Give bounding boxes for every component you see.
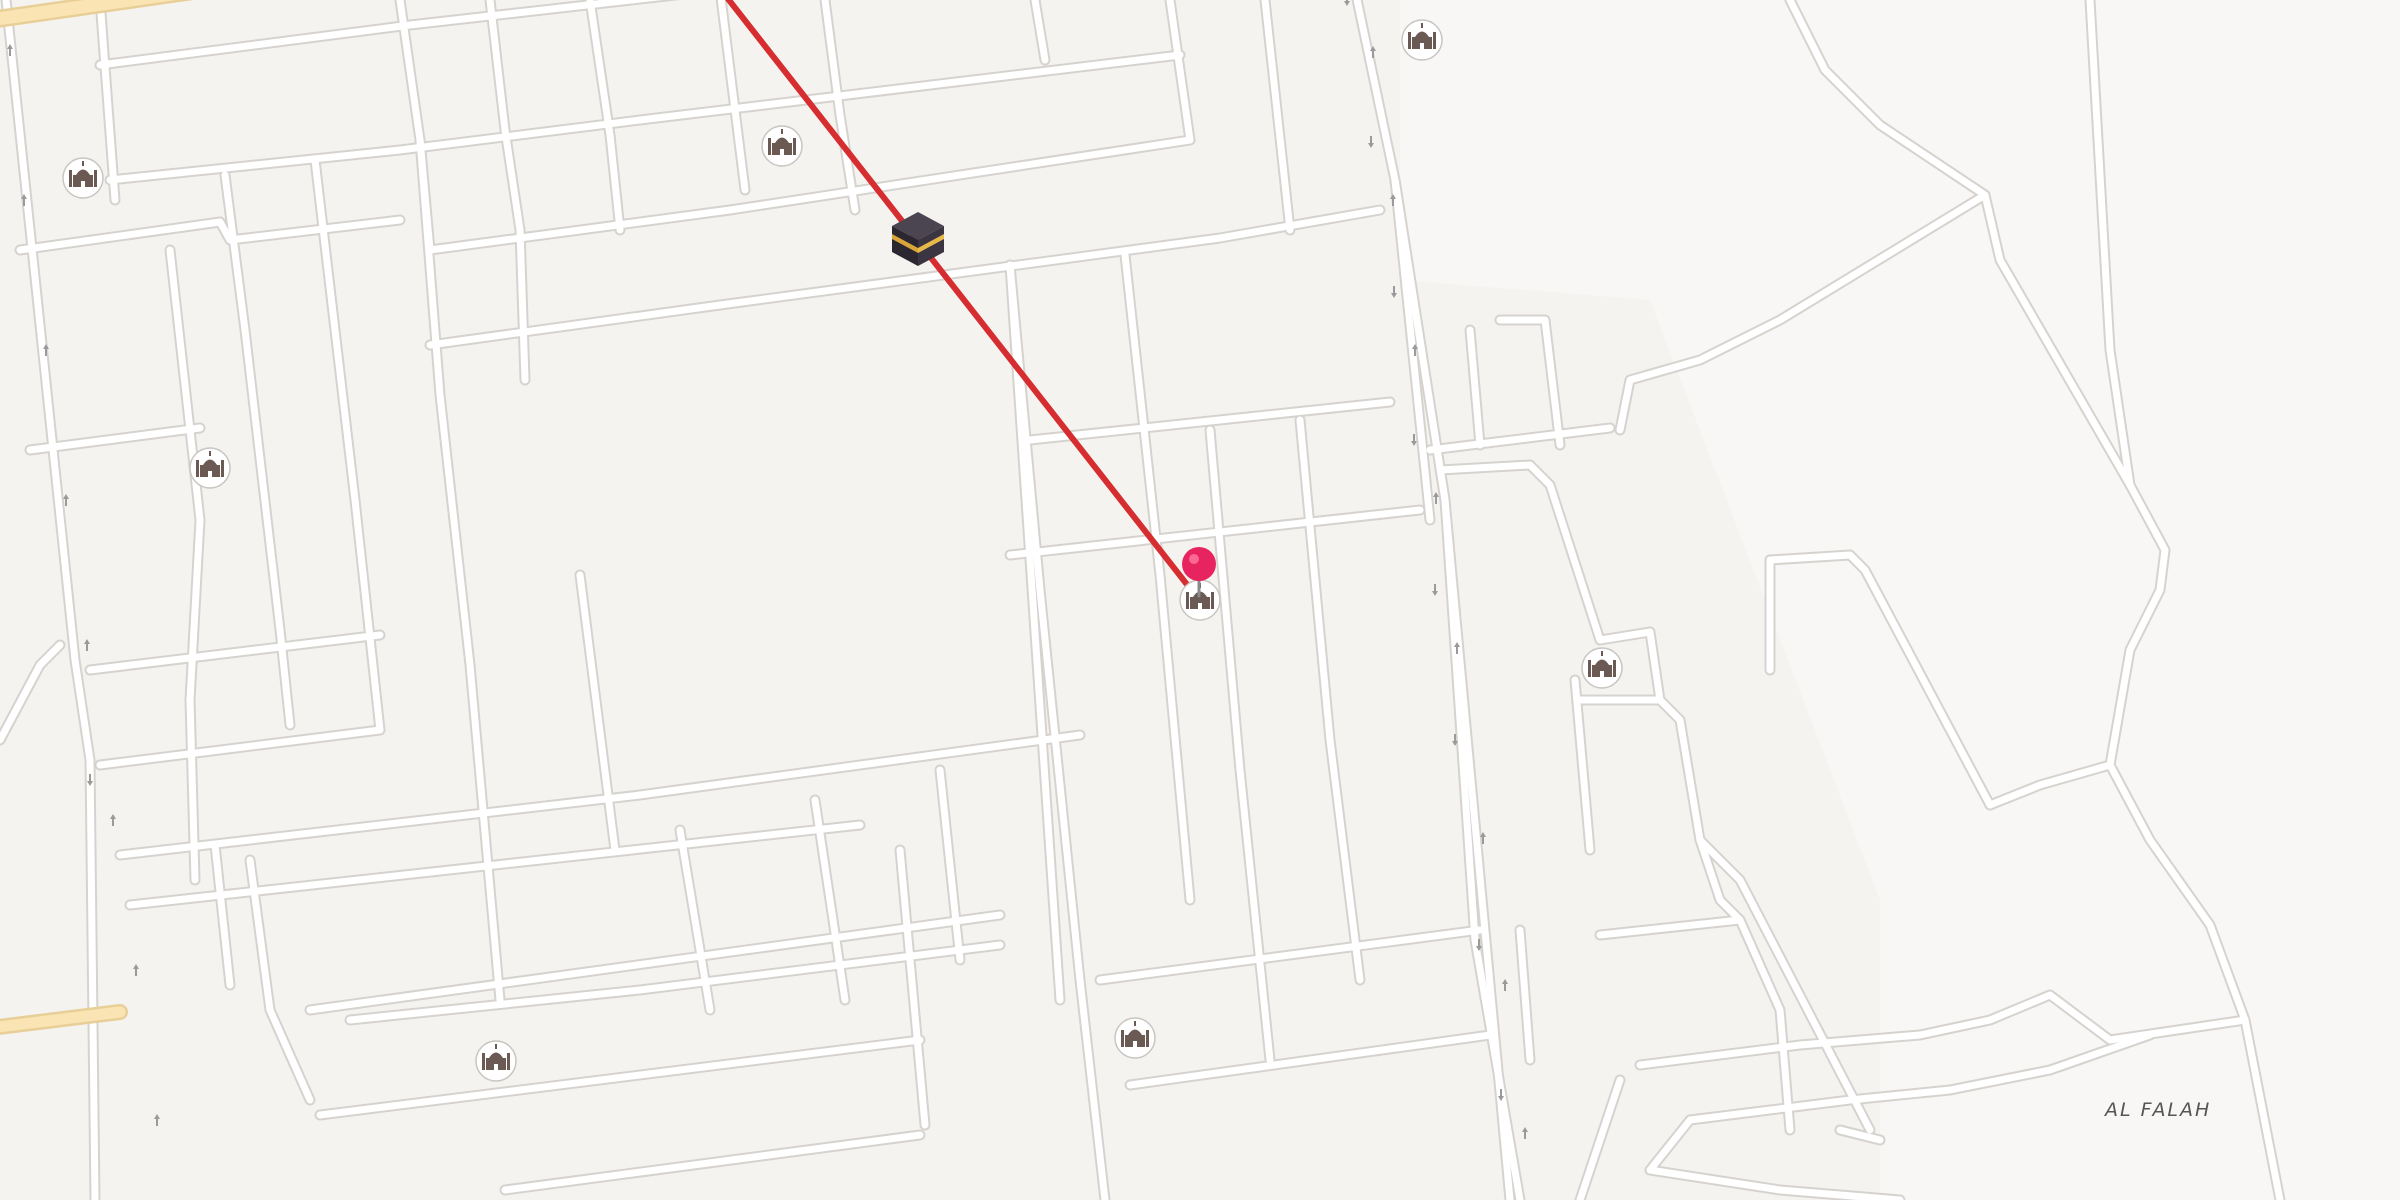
mosque-icon[interactable] (475, 1040, 517, 1082)
district-label: AL FALAH (2103, 1099, 2211, 1121)
map-canvas[interactable]: AL FALAH (0, 0, 2400, 1200)
mosque-icon[interactable] (1581, 647, 1623, 689)
mosque-icon[interactable] (62, 157, 104, 199)
mosque-icon[interactable] (189, 447, 231, 489)
mosque-icon[interactable] (761, 125, 803, 167)
mosque-icon[interactable] (1114, 1017, 1156, 1059)
mosque-icon[interactable] (1401, 19, 1443, 61)
